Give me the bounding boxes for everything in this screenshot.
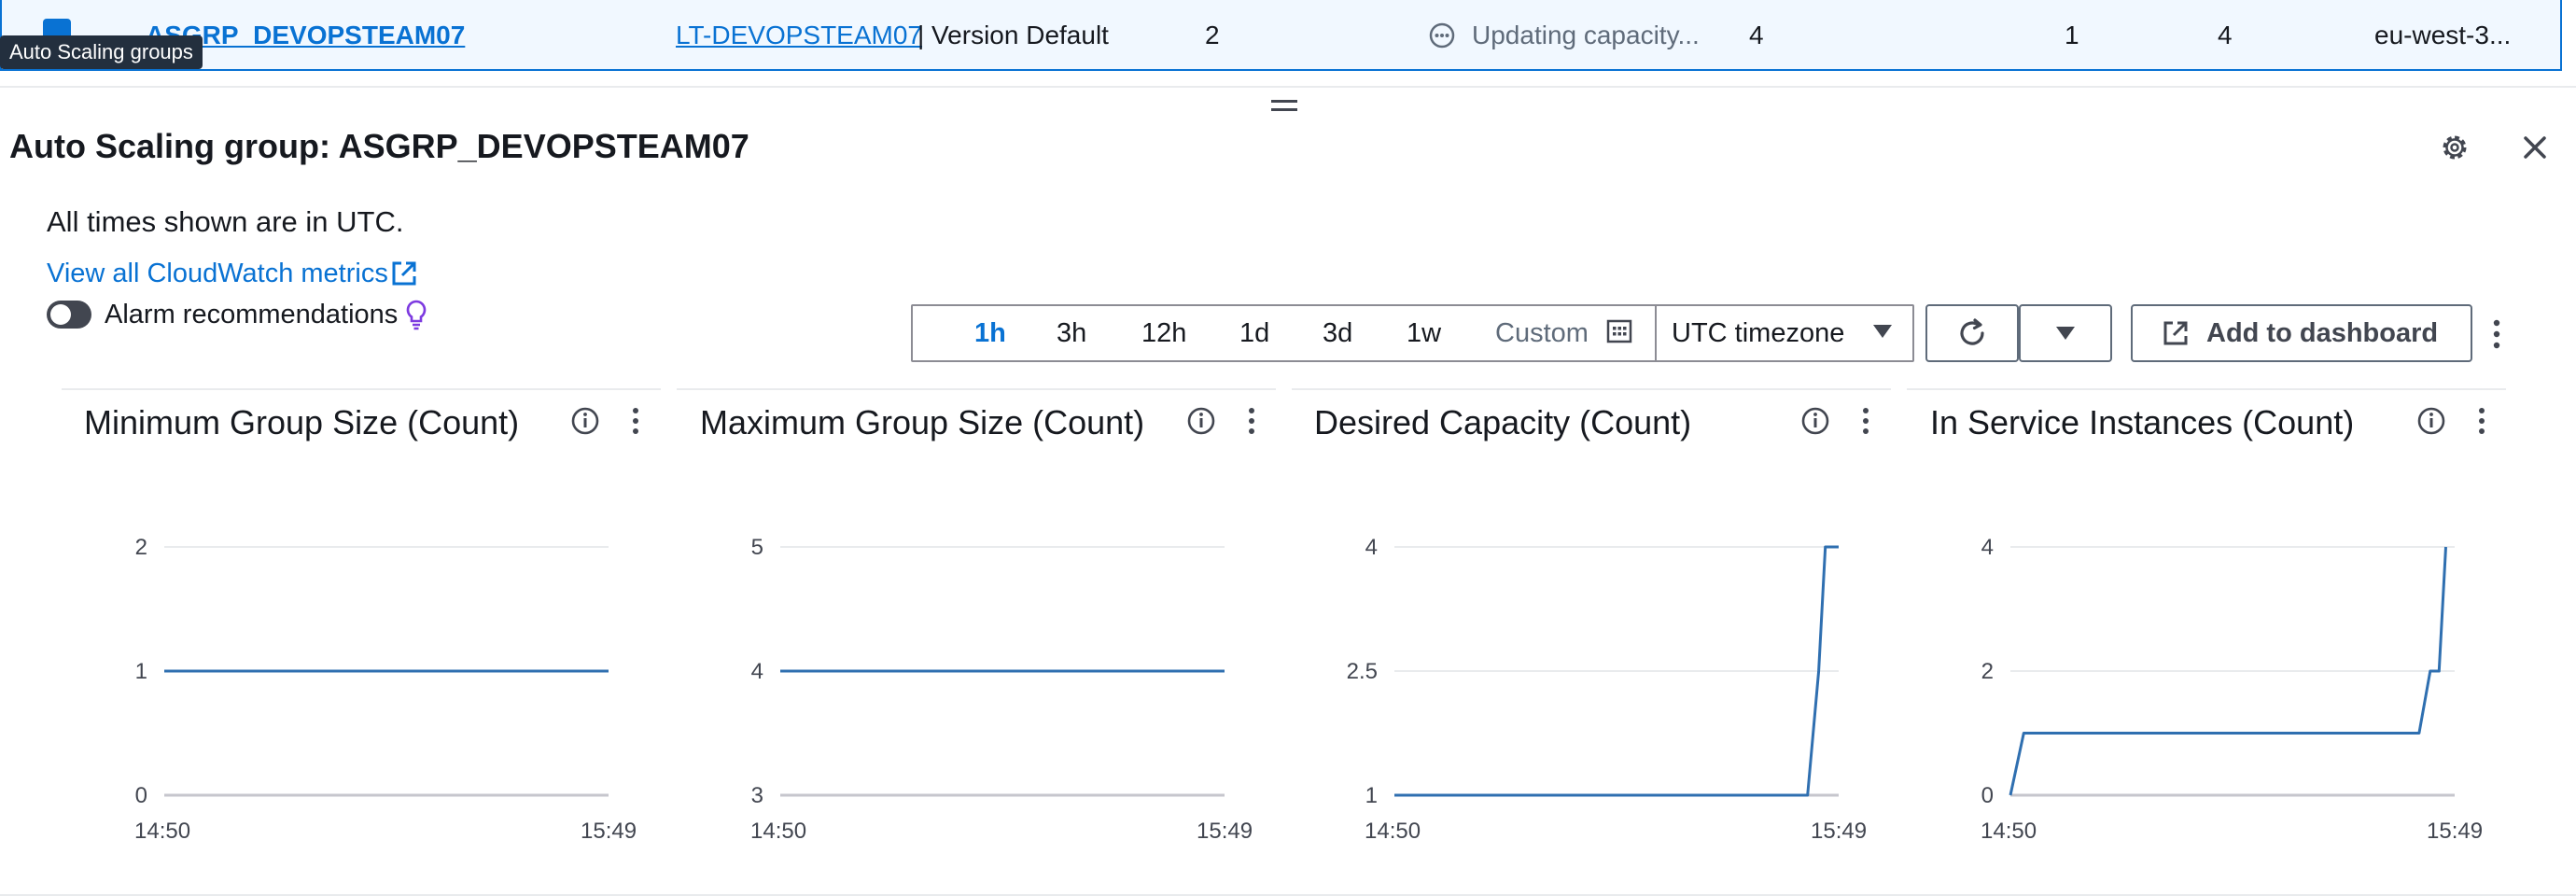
y-tick-label: 3 (751, 783, 763, 808)
caret-down-icon[interactable] (1872, 323, 1893, 340)
widget-title-in-service: In Service Instances (Count) (1930, 403, 2355, 441)
y-tick-label: 5 (751, 535, 763, 560)
resize-handle-icon[interactable] (1271, 99, 1297, 112)
info-icon[interactable] (1185, 405, 1217, 437)
range-1w[interactable]: 1w (1407, 315, 1441, 351)
y-tick-label: 2.5 (1347, 659, 1378, 684)
y-tick-label: 2 (1981, 659, 1994, 684)
more-actions-icon[interactable] (2466, 405, 2498, 437)
refresh-icon (1960, 318, 1984, 345)
widget-title-max-size: Maximum Group Size (Count) (700, 403, 1145, 441)
y-tick-label: 1 (1365, 783, 1378, 808)
y-tick-label: 4 (1981, 535, 1994, 560)
y-tick-label: 0 (135, 783, 147, 808)
x-tick-label: 15:49 (1197, 819, 1253, 844)
info-icon[interactable] (1799, 405, 1831, 437)
y-tick-label: 0 (1981, 783, 1994, 808)
calendar-icon[interactable] (1605, 316, 1633, 344)
y-tick-label: 4 (1365, 535, 1378, 560)
in-progress-icon (1429, 22, 1455, 49)
range-1d[interactable]: 1d (1239, 315, 1269, 351)
timezone-select[interactable]: UTC timezone (1672, 315, 1844, 351)
y-tick-label: 4 (751, 659, 763, 684)
range-12h[interactable]: 12h (1141, 315, 1186, 351)
widget-title-desired-capacity: Desired Capacity (Count) (1314, 403, 1692, 441)
chart-min-group-size: 0 1 2 14:50 15:49 (134, 535, 637, 844)
max-capacity: 4 (2218, 21, 2233, 49)
range-3h[interactable]: 3h (1057, 315, 1086, 351)
widget-title-min-size: Minimum Group Size (Count) (84, 403, 520, 441)
times-note: All times shown are in UTC. (47, 205, 404, 238)
close-icon[interactable] (2516, 129, 2554, 166)
info-icon[interactable] (569, 405, 601, 437)
widget-divider (1292, 388, 1891, 390)
chart-desired-capacity: 1 2.5 4 14:50 15:49 (1347, 535, 1867, 844)
cloudwatch-metrics-link[interactable]: View all CloudWatch metrics (47, 256, 388, 291)
launch-template-version: | Version Default (917, 21, 1109, 49)
lightbulb-icon (406, 300, 427, 330)
x-tick-label: 14:50 (750, 819, 806, 844)
widget-divider (677, 388, 1276, 390)
external-link-icon (392, 261, 416, 286)
instances-count: 2 (1205, 21, 1220, 49)
caret-down-icon (2056, 327, 2075, 340)
range-custom[interactable]: Custom (1495, 315, 1589, 351)
y-tick-label: 2 (135, 535, 147, 560)
x-tick-label: 15:49 (2427, 819, 2483, 844)
more-actions-icon[interactable] (620, 405, 651, 437)
availability-zones: eu-west-3... (2374, 21, 2512, 49)
split-panel-divider (0, 86, 2576, 88)
widget-divider (62, 388, 661, 390)
x-tick-label: 14:50 (1981, 819, 2037, 844)
more-actions-icon[interactable] (1850, 405, 1882, 437)
range-3d[interactable]: 3d (1323, 315, 1352, 351)
launch-template-link[interactable]: LT-DEVOPSTEAM07 (676, 19, 922, 52)
y-tick-label: 1 (135, 659, 147, 684)
min-capacity: 1 (2065, 21, 2079, 49)
alarm-recommendations-toggle[interactable] (47, 301, 91, 329)
gear-icon[interactable] (2436, 129, 2473, 166)
chart-in-service-instances: 0 2 4 14:50 15:49 (1981, 535, 2483, 844)
x-tick-label: 15:49 (581, 819, 637, 844)
x-tick-label: 15:49 (1811, 819, 1867, 844)
status-text: Updating capacity... (1472, 21, 1700, 49)
more-actions-icon[interactable] (2485, 315, 2509, 353)
chart-max-group-size: 3 4 5 14:50 15:49 (750, 535, 1253, 844)
desired-capacity: 4 (1749, 21, 1764, 49)
more-actions-icon[interactable] (1236, 405, 1267, 437)
tooltip-auto-scaling-groups: Auto Scaling groups (0, 35, 203, 69)
info-icon[interactable] (2415, 405, 2447, 437)
external-link-icon (2163, 321, 2188, 345)
x-tick-label: 14:50 (1365, 819, 1421, 844)
timezone-divider (1655, 304, 1657, 362)
x-tick-label: 14:50 (134, 819, 190, 844)
widget-divider (1907, 388, 2506, 390)
add-to-dashboard-label: Add to dashboard (2206, 318, 2439, 348)
panel-title: Auto Scaling group: ASGRP_DEVOPSTEAM07 (9, 127, 749, 165)
alarm-recommendations-label: Alarm recommendations (105, 300, 399, 329)
range-1h[interactable]: 1h (974, 315, 1006, 351)
